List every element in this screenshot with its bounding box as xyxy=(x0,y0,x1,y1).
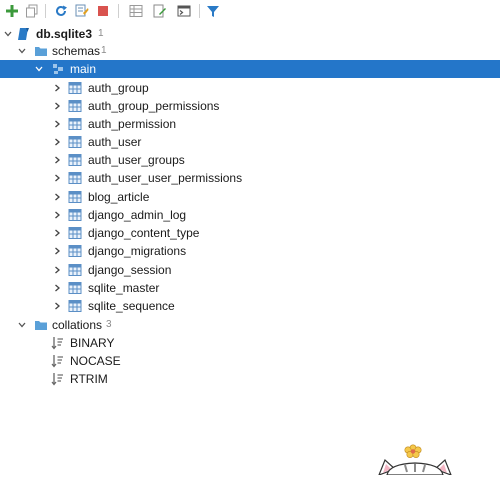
chevron-right-icon[interactable] xyxy=(51,136,63,148)
tree-node-collation[interactable]: BINARY xyxy=(0,334,500,352)
table-label: django_migrations xyxy=(88,244,187,258)
table-label: auth_group xyxy=(88,81,149,95)
table-icon xyxy=(68,99,82,113)
chevron-right-icon[interactable] xyxy=(51,100,63,112)
chevron-right-icon[interactable] xyxy=(51,118,63,130)
collations-label: collations xyxy=(52,318,103,332)
collations-count: 3 xyxy=(106,319,112,330)
collation-label: NOCASE xyxy=(70,354,121,368)
folder-icon xyxy=(34,44,48,58)
tree-node-collation[interactable]: NOCASE xyxy=(0,352,500,370)
collation-label: BINARY xyxy=(70,336,115,350)
chevron-down-icon[interactable] xyxy=(2,28,14,40)
table-icon xyxy=(68,226,82,240)
tree-node-table[interactable]: django_session xyxy=(0,261,500,279)
tree-node-table[interactable]: sqlite_master xyxy=(0,279,500,297)
tree-node-table[interactable]: auth_group_permissions xyxy=(0,97,500,115)
edit-icon[interactable] xyxy=(152,3,168,19)
table-icon xyxy=(68,81,82,95)
table-label: auth_permission xyxy=(88,117,177,131)
chevron-down-icon[interactable] xyxy=(33,63,45,75)
database-count: 1 xyxy=(98,28,104,39)
database-icon xyxy=(17,27,31,41)
table-icon xyxy=(68,208,82,222)
stop-icon[interactable] xyxy=(95,3,111,19)
main-label: main xyxy=(70,62,97,76)
tree-node-collations[interactable]: collations 3 xyxy=(0,316,500,334)
folder-icon xyxy=(34,318,48,332)
collation-icon xyxy=(51,336,65,350)
chevron-right-icon[interactable] xyxy=(51,209,63,221)
chevron-right-icon[interactable] xyxy=(51,245,63,257)
table-icon xyxy=(68,153,82,167)
chevron-right-icon[interactable] xyxy=(51,227,63,239)
chevron-right-icon[interactable] xyxy=(51,264,63,276)
toolbar xyxy=(0,0,500,24)
chevron-right-icon[interactable] xyxy=(51,300,63,312)
table-icon xyxy=(68,117,82,131)
table-label: sqlite_master xyxy=(88,281,160,295)
table-icon xyxy=(68,171,82,185)
chevron-down-icon[interactable] xyxy=(16,45,28,57)
toolbar-separator xyxy=(199,4,200,18)
filter-icon[interactable] xyxy=(205,3,221,19)
table-icon xyxy=(68,281,82,295)
tree-node-main[interactable]: main xyxy=(0,60,500,78)
table-label: django_session xyxy=(88,263,172,277)
console-icon[interactable] xyxy=(176,3,192,19)
tree-node-table[interactable]: django_migrations xyxy=(0,242,500,260)
chevron-right-icon[interactable] xyxy=(51,191,63,203)
tree-node-database[interactable]: db.sqlite3 1 xyxy=(0,25,500,43)
table-label: auth_user_groups xyxy=(88,153,185,167)
chevron-right-icon[interactable] xyxy=(51,172,63,184)
tree-node-collation[interactable]: RTRIM xyxy=(0,370,500,388)
chevron-right-icon[interactable] xyxy=(51,82,63,94)
table-label: blog_article xyxy=(88,190,150,204)
tree-node-table[interactable]: auth_group xyxy=(0,79,500,97)
table-label: auth_group_permissions xyxy=(88,99,220,113)
chevron-down-icon[interactable] xyxy=(16,319,28,331)
table-label: auth_user_user_permissions xyxy=(88,171,243,185)
table-icon xyxy=(68,190,82,204)
table-icon xyxy=(68,135,82,149)
tree-node-table[interactable]: auth_permission xyxy=(0,115,500,133)
toolbar-separator xyxy=(45,4,46,18)
tree-node-table[interactable]: auth_user_user_permissions xyxy=(0,169,500,187)
tree-node-table[interactable]: auth_user_groups xyxy=(0,151,500,169)
schemas-label: schemas xyxy=(52,44,101,58)
chevron-right-icon[interactable] xyxy=(51,154,63,166)
collation-icon xyxy=(51,372,65,386)
table-label: django_admin_log xyxy=(88,208,187,222)
mascot-image xyxy=(375,440,455,477)
properties-icon[interactable] xyxy=(74,3,90,19)
collation-label: RTRIM xyxy=(70,372,108,386)
chevron-right-icon[interactable] xyxy=(51,282,63,294)
tree-node-table[interactable]: sqlite_sequence xyxy=(0,297,500,315)
schema-icon xyxy=(51,62,65,76)
table-icon xyxy=(68,263,82,277)
add-icon[interactable] xyxy=(4,3,20,19)
database-label: db.sqlite3 xyxy=(36,27,93,41)
table-label: sqlite_sequence xyxy=(88,299,175,313)
table-label: auth_user xyxy=(88,135,142,149)
table-icon xyxy=(68,299,82,313)
schemas-count: 1 xyxy=(101,45,107,56)
table-label: django_content_type xyxy=(88,226,200,240)
tree-node-table[interactable]: django_admin_log xyxy=(0,206,500,224)
table-view-icon[interactable] xyxy=(128,3,144,19)
collation-icon xyxy=(51,354,65,368)
tree-node-table[interactable]: auth_user xyxy=(0,133,500,151)
table-icon xyxy=(68,244,82,258)
tree-node-table[interactable]: django_content_type xyxy=(0,224,500,242)
toolbar-separator xyxy=(118,4,119,18)
copy-icon[interactable] xyxy=(24,3,40,19)
tree-node-table[interactable]: blog_article xyxy=(0,188,500,206)
tree-node-schemas[interactable]: schemas 1 xyxy=(0,42,500,60)
refresh-icon[interactable] xyxy=(53,3,69,19)
